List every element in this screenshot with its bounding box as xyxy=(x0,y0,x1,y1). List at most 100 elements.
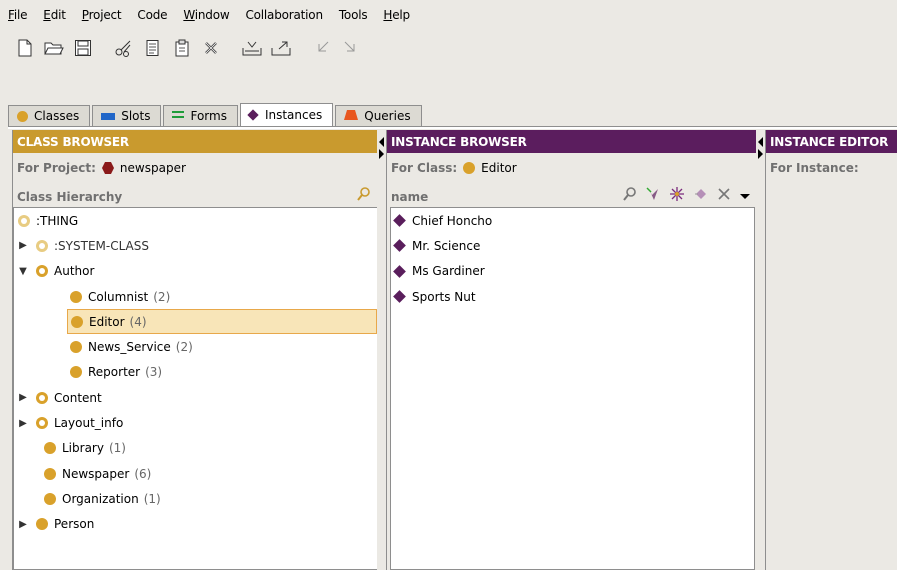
class-hierarchy-head: Class Hierarchy xyxy=(13,183,377,207)
class-hierarchy-label: Class Hierarchy xyxy=(17,190,123,204)
abstract-class-icon xyxy=(36,417,48,430)
create-instance-icon[interactable] xyxy=(646,187,660,204)
tab-queries[interactable]: Queries xyxy=(335,105,422,126)
tree-item-reporter[interactable]: Reporter (3) xyxy=(14,360,377,385)
delete-icon[interactable] xyxy=(200,37,222,59)
remove-icon[interactable] xyxy=(717,187,731,204)
instance-browser-panel: INSTANCE BROWSER For Class: Editor name xyxy=(386,130,756,570)
class-icon xyxy=(44,442,56,455)
new-file-icon[interactable] xyxy=(14,37,36,59)
instance-item[interactable]: Sports Nut xyxy=(391,284,754,309)
project-label: For Project: xyxy=(17,161,96,175)
instance-item[interactable]: Chief Honcho xyxy=(391,208,754,233)
collapse-arrow-icon[interactable]: ▼ xyxy=(18,266,28,277)
abstract-class-icon xyxy=(36,265,48,278)
slot-bar-icon xyxy=(101,112,116,120)
instance-name: Sports Nut xyxy=(412,289,476,304)
export-icon[interactable] xyxy=(270,37,292,59)
class-icon xyxy=(36,518,48,531)
abstract-class-icon xyxy=(36,239,48,252)
copy-icon[interactable] xyxy=(142,37,164,59)
menu-edit[interactable]: Edit xyxy=(43,8,66,22)
for-class-row: For Class: Editor xyxy=(387,153,756,183)
instance-count: (1) xyxy=(143,491,161,506)
cut-icon[interactable] xyxy=(113,37,135,59)
instance-item[interactable]: Ms Gardiner xyxy=(391,259,754,284)
paste-icon[interactable] xyxy=(171,37,193,59)
menu-code[interactable]: Code xyxy=(137,8,167,22)
class-name: Layout_info xyxy=(54,416,124,431)
panel-title: INSTANCE EDITOR xyxy=(770,134,889,149)
delete-instance-icon[interactable] xyxy=(694,188,708,203)
tree-item-thing[interactable]: :THING xyxy=(14,208,377,233)
tree-item-newspaper[interactable]: Newspaper (6) xyxy=(14,461,377,486)
instance-item[interactable]: Mr. Science xyxy=(391,233,754,258)
class-browser-panel: CLASS BROWSER For Project: newspaper Cla… xyxy=(12,130,378,570)
class-icon xyxy=(44,492,56,505)
tree-item-editor[interactable]: Editor (4) xyxy=(67,309,377,335)
for-instance-row: For Instance: xyxy=(766,153,897,183)
dropdown-menu-icon[interactable] xyxy=(740,189,750,203)
instance-diamond-icon xyxy=(393,239,406,253)
find-class-icon[interactable] xyxy=(357,187,371,204)
class-icon xyxy=(70,366,82,379)
menu-project[interactable]: Project xyxy=(82,8,122,22)
tree-item-content[interactable]: ▶ Content xyxy=(14,385,377,410)
collapse-left-icon[interactable] xyxy=(379,137,384,147)
tab-classes[interactable]: Classes xyxy=(8,105,91,126)
instance-diamond-icon xyxy=(393,214,406,228)
copy-instance-icon[interactable] xyxy=(669,187,685,204)
class-tree[interactable]: :THING ▶ :SYSTEM-CLASS ▼ Author Columnis… xyxy=(13,207,378,570)
tree-item-system-class[interactable]: ▶ :SYSTEM-CLASS xyxy=(14,233,377,258)
expand-arrow-icon[interactable]: ▶ xyxy=(18,418,28,429)
tree-item-news-service[interactable]: News_Service (2) xyxy=(14,334,377,359)
tab-forms[interactable]: Forms xyxy=(163,105,238,126)
class-dot-icon xyxy=(17,110,28,122)
tab-slots[interactable]: Slots xyxy=(92,105,162,126)
tree-item-columnist[interactable]: Columnist (2) xyxy=(14,284,377,309)
expand-arrow-icon[interactable]: ▶ xyxy=(18,392,28,403)
class-name: :THING xyxy=(36,213,79,228)
class-icon xyxy=(44,467,56,480)
expand-arrow-icon[interactable]: ▶ xyxy=(18,519,28,530)
expand-arrow-icon[interactable]: ▶ xyxy=(18,240,28,251)
instance-list[interactable]: Chief Honcho Mr. Science Ms Gardiner Spo… xyxy=(390,207,755,570)
instance-count: (6) xyxy=(134,466,152,481)
menu-tools[interactable]: Tools xyxy=(339,8,368,22)
menu-help[interactable]: Help xyxy=(383,8,410,22)
menu-collaboration[interactable]: Collaboration xyxy=(245,8,323,22)
splitter-right[interactable] xyxy=(756,130,765,570)
collapse-right-icon[interactable] xyxy=(758,149,763,159)
class-icon xyxy=(463,162,476,174)
tab-instances[interactable]: Instances xyxy=(239,103,334,126)
column-name-label: name xyxy=(391,190,429,204)
import-icon[interactable] xyxy=(241,37,263,59)
tree-item-author[interactable]: ▼ Author xyxy=(14,259,377,284)
menu-window[interactable]: Window xyxy=(183,8,229,22)
tab-label: Classes xyxy=(34,109,80,123)
for-class-label: For Class: xyxy=(391,161,458,175)
collapse-left-icon[interactable] xyxy=(758,137,763,147)
splitter-left[interactable] xyxy=(377,130,386,570)
instance-count: (3) xyxy=(145,365,163,380)
collapse-right-icon[interactable] xyxy=(379,149,384,159)
tab-label: Queries xyxy=(364,109,411,123)
save-icon[interactable] xyxy=(72,37,94,59)
class-name: Reporter xyxy=(88,365,141,380)
tree-item-organization[interactable]: Organization (1) xyxy=(14,486,377,511)
instance-count: (1) xyxy=(108,441,126,456)
undo-icon[interactable] xyxy=(311,37,333,59)
find-instance-icon[interactable] xyxy=(623,187,637,204)
tab-label: Forms xyxy=(190,109,227,123)
menu-file[interactable]: File xyxy=(8,8,28,22)
instance-editor-panel: INSTANCE EDITOR For Instance: xyxy=(765,130,897,570)
redo-icon[interactable] xyxy=(340,37,362,59)
tree-item-layout-info[interactable]: ▶ Layout_info xyxy=(14,410,377,435)
class-icon xyxy=(71,315,83,328)
panel-title: CLASS BROWSER xyxy=(17,134,129,149)
tab-label: Slots xyxy=(121,109,151,123)
instance-browser-header: INSTANCE BROWSER xyxy=(387,130,756,153)
tree-item-library[interactable]: Library (1) xyxy=(14,436,377,461)
open-folder-icon[interactable] xyxy=(43,37,65,59)
tree-item-person[interactable]: ▶ Person xyxy=(14,512,377,537)
